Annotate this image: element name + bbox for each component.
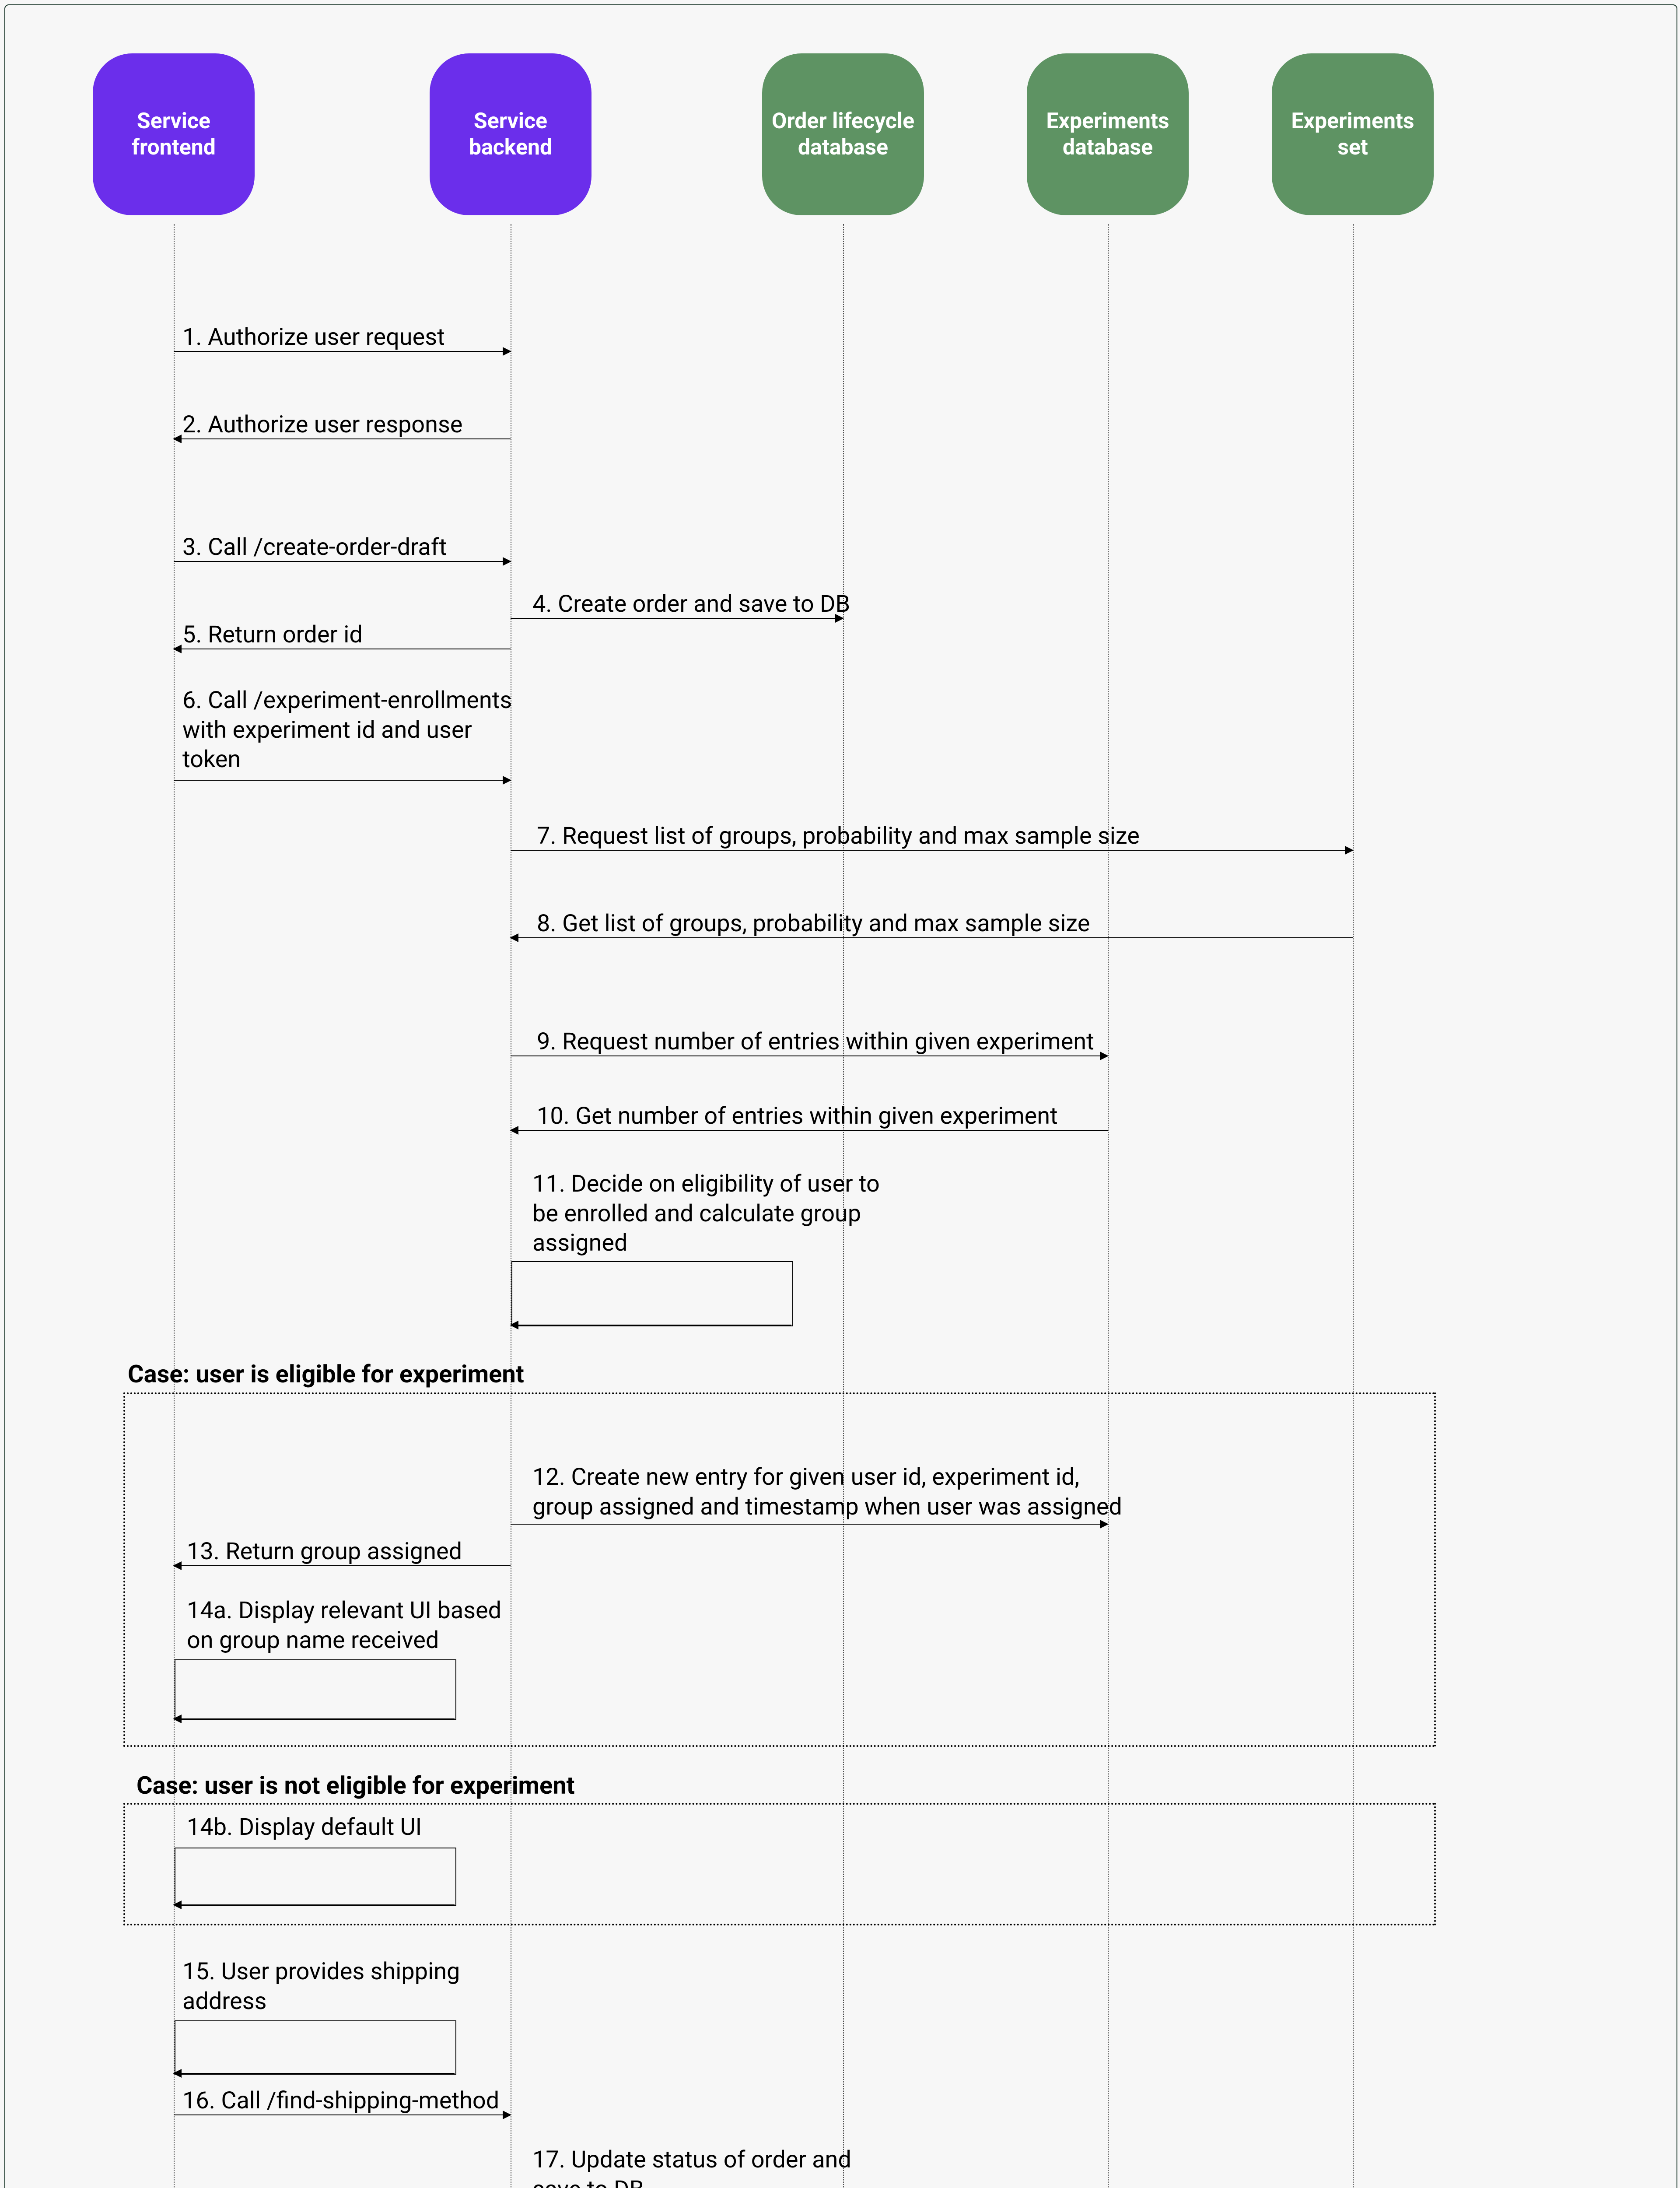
arrowhead-icon <box>510 1126 518 1135</box>
participant-backend: Service backend <box>430 53 592 215</box>
message-label-3: 3. Call /create-order-draft <box>182 533 447 562</box>
self-activation-15 <box>175 2020 456 2075</box>
participant-frontend: Service frontend <box>93 53 255 215</box>
arrowhead-icon <box>503 557 511 566</box>
arrowhead-icon <box>1100 1052 1109 1060</box>
message-label-2: 2. Authorize user response <box>182 410 462 440</box>
self-return-14a <box>174 1718 455 1719</box>
self-label-15: 15. User provides shipping address <box>182 1957 460 2016</box>
self-label-11: 11. Decide on eligibility of user to be … <box>532 1169 880 1258</box>
arrowhead-icon <box>173 1561 182 1570</box>
message-label-9: 9. Request number of entries within give… <box>537 1027 1094 1057</box>
participant-expset: Experiments set <box>1272 53 1434 215</box>
self-return-15 <box>174 2073 455 2074</box>
sequence-diagram-frame: Service frontend Service backend Order lif… <box>4 4 1677 2188</box>
arrowhead-icon <box>503 347 511 356</box>
alt-title-1: Case: user is not eligible for experimen… <box>136 1771 575 1800</box>
arrowhead-icon <box>173 1715 182 1723</box>
self-activation-14a <box>175 1659 456 1720</box>
arrowhead-icon <box>173 435 182 443</box>
self-label-14b: 14b. Display default UI <box>187 1813 422 1842</box>
arrowhead-icon <box>173 645 182 653</box>
arrowhead-icon <box>173 1900 182 1909</box>
message-6 <box>174 780 511 781</box>
self-activation-11 <box>511 1261 793 1326</box>
message-label-8: 8. Get list of groups, probability and m… <box>537 909 1090 939</box>
message-label-4: 4. Create order and save to DB <box>532 589 850 619</box>
participant-orderdb: Order lifecycle database <box>762 53 924 215</box>
arrowhead-icon <box>1345 846 1354 855</box>
alt-title-0: Case: user is eligible for experiment <box>128 1360 524 1389</box>
arrowhead-icon <box>510 933 518 942</box>
message-label-10: 10. Get number of entries within given e… <box>537 1101 1058 1131</box>
message-label-6: 6. Call /experiment-enrollments with exp… <box>182 686 512 775</box>
self-return-14b <box>174 1904 455 1905</box>
message-label-13: 13. Return group assigned <box>187 1537 462 1567</box>
message-label-17: 17. Update status of order and save to D… <box>532 2145 851 2188</box>
arrowhead-icon <box>173 2069 182 2078</box>
message-label-1: 1. Authorize user request <box>182 323 445 352</box>
message-label-7: 7. Request list of groups, probability a… <box>537 821 1140 851</box>
self-activation-14b <box>175 1848 456 1906</box>
message-label-16: 16. Call /find-shipping-method <box>182 2086 499 2116</box>
participant-expdb: Experiments database <box>1027 53 1189 215</box>
message-12 <box>511 1524 1108 1525</box>
message-label-5: 5. Return order id <box>182 620 363 650</box>
message-label-12: 12. Create new entry for given user id, … <box>532 1462 1122 1522</box>
arrowhead-icon <box>503 776 511 785</box>
arrowhead-icon <box>503 2111 511 2119</box>
arrowhead-icon <box>510 1321 518 1329</box>
self-label-14a: 14a. Display relevant UI based on group … <box>187 1596 501 1655</box>
